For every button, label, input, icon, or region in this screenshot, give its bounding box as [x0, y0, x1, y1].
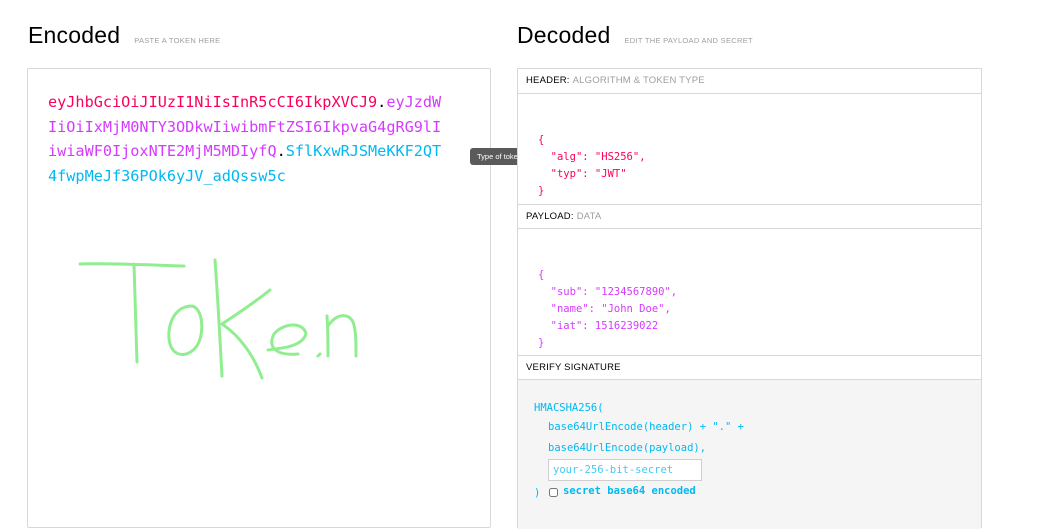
token-text[interactable]: eyJhbGciOiJIUzI1NiIsInR5cCI6IkpXVCJ9.eyJ…	[48, 90, 443, 188]
verify-signature-body: HMACSHA256( base64UrlEncode(header) + ".…	[518, 380, 981, 529]
hmac-function-close: )	[534, 487, 541, 499]
hmac-line-payload: base64UrlEncode(payload),	[548, 442, 707, 454]
header-label: HEADER:	[526, 75, 570, 86]
base64-secret-checkbox[interactable]	[549, 488, 558, 497]
json-brace: }	[538, 185, 545, 197]
verify-label: VERIFY SIGNATURE	[526, 362, 621, 373]
decoded-subtitle: EDIT THE PAYLOAD AND SECRET	[624, 36, 753, 45]
token-header-part: eyJhbGciOiJIUzI1NiIsInR5cCI6IkpXVCJ9	[48, 93, 378, 111]
decoded-heading: Decoded EDIT THE PAYLOAD AND SECRET	[517, 22, 753, 49]
json-key-alg: "alg"	[550, 151, 583, 163]
json-key-sub: "sub"	[550, 286, 583, 298]
encoded-title: Encoded	[28, 22, 121, 48]
json-value-alg: "HS256"	[594, 151, 640, 163]
json-value-name: "John Doe"	[601, 303, 665, 315]
decoded-panel: HEADER: ALGORITHM & TOKEN TYPE { "alg": "…	[517, 68, 982, 529]
token-separator: .	[276, 142, 286, 160]
encoded-heading: Encoded PASTE A TOKEN HERE	[28, 22, 220, 49]
header-section-title: HEADER: ALGORITHM & TOKEN TYPE	[518, 69, 981, 94]
json-value-typ: "JWT"	[594, 168, 627, 180]
json-brace: {	[538, 134, 545, 146]
json-key-typ: "typ"	[550, 168, 583, 180]
payload-json-editor[interactable]: { "sub": "1234567890", "name": "John Doe…	[538, 250, 677, 369]
verify-section-title: VERIFY SIGNATURE	[518, 355, 981, 380]
json-value-sub: "1234567890"	[594, 286, 671, 298]
decoded-title: Decoded	[517, 22, 611, 48]
payload-section-title: PAYLOAD: DATA	[518, 204, 981, 229]
json-key-iat: "iat"	[550, 320, 583, 332]
hmac-function-open: HMACSHA256(	[534, 402, 604, 414]
handwritten-token-drawing	[78, 258, 358, 380]
json-value-iat: 1516239022	[594, 320, 659, 332]
payload-sublabel: DATA	[576, 211, 602, 222]
header-json-editor[interactable]: { "alg": "HS256", "typ": "JWT" }	[538, 115, 646, 217]
base64-secret-label[interactable]: secret base64 encoded	[563, 485, 696, 497]
json-brace: }	[538, 337, 545, 349]
payload-label: PAYLOAD:	[526, 211, 574, 222]
json-brace: {	[538, 269, 545, 281]
json-key-name: "name"	[550, 303, 589, 315]
hmac-line-header: base64UrlEncode(header) + "." +	[548, 421, 744, 433]
token-separator: .	[377, 93, 387, 111]
encoded-subtitle: PASTE A TOKEN HERE	[134, 36, 221, 45]
header-sublabel: ALGORITHM & TOKEN TYPE	[572, 75, 705, 86]
secret-input[interactable]	[548, 459, 702, 481]
